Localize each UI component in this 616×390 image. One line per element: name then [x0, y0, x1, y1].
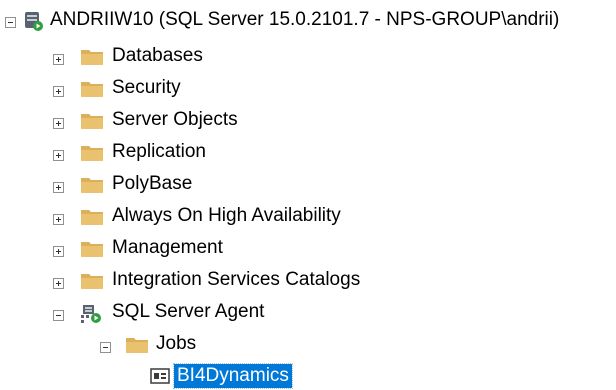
folder-icon	[80, 48, 104, 66]
expand-always-on-expander[interactable]	[53, 214, 64, 225]
server-icon	[23, 10, 45, 32]
tree-node-polybase[interactable]: PolyBase	[0, 168, 616, 200]
collapse-server-expander[interactable]	[5, 17, 16, 28]
tree-node-jobs[interactable]: Jobs	[0, 328, 616, 360]
expand-databases-expander[interactable]	[53, 54, 64, 65]
expand-security-expander[interactable]	[53, 86, 64, 97]
folder-icon	[80, 208, 104, 226]
expand-management-expander[interactable]	[53, 246, 64, 257]
collapse-sql-agent-expander[interactable]	[53, 310, 64, 321]
expand-integration-services-expander[interactable]	[53, 278, 64, 289]
job-icon	[150, 367, 170, 385]
tree-node-databases[interactable]: Databases	[0, 40, 616, 72]
collapse-jobs-expander[interactable]	[100, 342, 111, 353]
security-label[interactable]: Security	[112, 76, 181, 100]
sql-agent-label[interactable]: SQL Server Agent	[112, 300, 264, 324]
databases-label[interactable]: Databases	[112, 44, 203, 68]
tree-node-sql-server-agent[interactable]: SQL Server Agent	[0, 296, 616, 328]
server-label[interactable]: ANDRIIW10 (SQL Server 15.0.2101.7 - NPS-…	[50, 8, 559, 32]
integration-services-label[interactable]: Integration Services Catalogs	[112, 268, 360, 292]
folder-icon	[125, 336, 149, 354]
tree-node-always-on[interactable]: Always On High Availability	[0, 200, 616, 232]
tree-node-security[interactable]: Security	[0, 72, 616, 104]
job-label[interactable]: BI4Dynamics	[173, 363, 293, 389]
always-on-label[interactable]: Always On High Availability	[112, 204, 341, 228]
tree-node-server-objects[interactable]: Server Objects	[0, 104, 616, 136]
tree-node-management[interactable]: Management	[0, 232, 616, 264]
tree-node-job[interactable]: BI4Dynamics	[0, 360, 616, 390]
expand-polybase-expander[interactable]	[53, 182, 64, 193]
polybase-label[interactable]: PolyBase	[112, 172, 192, 196]
tree-node-integration-services[interactable]: Integration Services Catalogs	[0, 264, 616, 296]
folder-icon	[80, 272, 104, 290]
sql-agent-icon	[80, 302, 102, 324]
folder-icon	[80, 112, 104, 130]
tree-node-replication[interactable]: Replication	[0, 136, 616, 168]
server-objects-label[interactable]: Server Objects	[112, 108, 238, 132]
folder-icon	[80, 176, 104, 194]
jobs-label[interactable]: Jobs	[156, 332, 196, 356]
folder-icon	[80, 80, 104, 98]
server-node[interactable]: ANDRIIW10 (SQL Server 15.0.2101.7 - NPS-…	[0, 4, 616, 36]
folder-icon	[80, 240, 104, 258]
expand-replication-expander[interactable]	[53, 150, 64, 161]
object-explorer-tree: ANDRIIW10 (SQL Server 15.0.2101.7 - NPS-…	[0, 0, 616, 390]
management-label[interactable]: Management	[112, 236, 223, 260]
expand-server-objects-expander[interactable]	[53, 118, 64, 129]
folder-icon	[80, 144, 104, 162]
replication-label[interactable]: Replication	[112, 140, 206, 164]
